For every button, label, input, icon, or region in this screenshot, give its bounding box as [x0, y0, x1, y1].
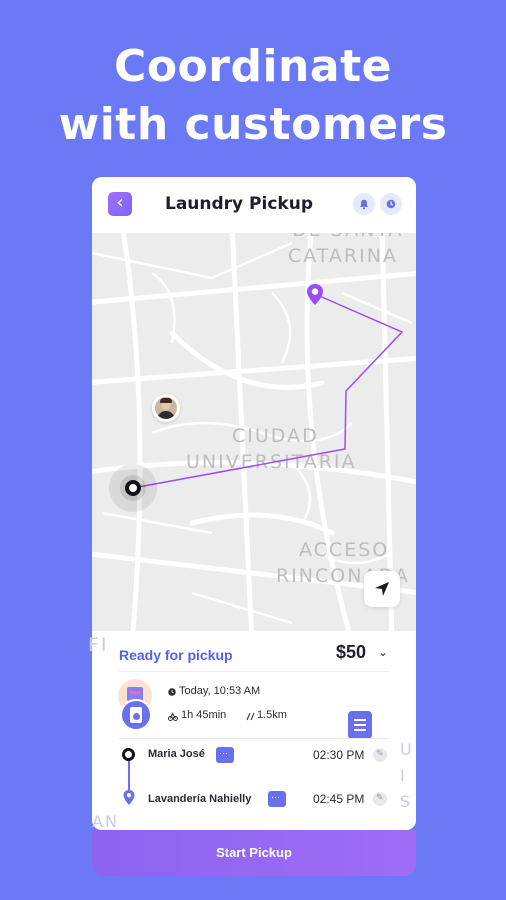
map-label: I: [400, 766, 407, 785]
driver-avatar[interactable]: [152, 394, 180, 422]
divider: [119, 671, 389, 672]
chevron-left-icon: ‹: [116, 192, 124, 213]
order-price: $50: [336, 642, 367, 662]
bell-icon: [360, 199, 368, 209]
clock-icon: [386, 199, 396, 209]
back-button[interactable]: ‹: [108, 192, 132, 216]
stop-time: 02:45 PM: [313, 792, 365, 806]
page-title: Laundry Pickup: [164, 194, 313, 214]
chat-icon: ···: [271, 792, 280, 802]
order-details-button[interactable]: [348, 711, 372, 739]
order-duration: 1h 45min: [181, 709, 227, 721]
dropoff-pin-icon: [123, 790, 135, 805]
edit-button[interactable]: ✎: [373, 792, 387, 806]
top-bar: ‹ Laundry Pickup: [92, 177, 416, 233]
phone-screen: ‹ Laundry Pickup CATARINA CIUDAD UNIVERS…: [92, 177, 416, 830]
order-date: Today, 10:53 AM: [179, 685, 261, 697]
distance-icon: [246, 712, 255, 721]
chat-button[interactable]: ···: [268, 791, 286, 807]
navigation-arrow-icon: [375, 582, 389, 596]
map-label: U: [400, 740, 414, 759]
washer-icon: [120, 699, 152, 731]
headline-line-2: with customers: [58, 99, 448, 150]
map-label: S: [400, 792, 413, 811]
headline-line-1: Coordinate: [114, 41, 392, 92]
clock-button[interactable]: [380, 193, 402, 215]
order-distance: 1.5km: [257, 709, 287, 721]
chevron-down-icon[interactable]: ⌄: [378, 645, 388, 659]
order-status: Ready for pickup: [119, 647, 233, 663]
map-label: FI: [88, 634, 109, 656]
notification-button[interactable]: [353, 193, 375, 215]
origin-marker[interactable]: [109, 464, 157, 512]
clock-icon: [168, 688, 176, 696]
chat-button[interactable]: ···: [216, 747, 234, 763]
divider: [119, 738, 389, 739]
start-pickup-button[interactable]: Start Pickup: [92, 830, 416, 876]
stop-name: Lavandería Nahielly: [148, 793, 252, 805]
pickup-stop-marker: [122, 748, 135, 761]
stop-time: 02:30 PM: [313, 748, 365, 762]
map-label: AN: [92, 812, 119, 831]
order-sheet: Ready for pickup $50 ⌄ Today, 10:53 AM 1…: [92, 631, 416, 830]
pencil-icon: ✎: [376, 792, 384, 802]
chat-icon: ···: [219, 748, 228, 758]
map-view[interactable]: DE SANTA CATARINA CIUDAD UNIVERSITARIA A…: [92, 233, 416, 631]
locate-button[interactable]: [364, 571, 400, 607]
pencil-icon: ✎: [376, 748, 384, 758]
stop-name: Maria José: [148, 748, 205, 760]
destination-pin-icon[interactable]: [305, 283, 325, 307]
duration-icon: [168, 712, 178, 721]
headline: Coordinate with customers: [0, 38, 506, 154]
edit-button[interactable]: ✎: [373, 748, 387, 762]
